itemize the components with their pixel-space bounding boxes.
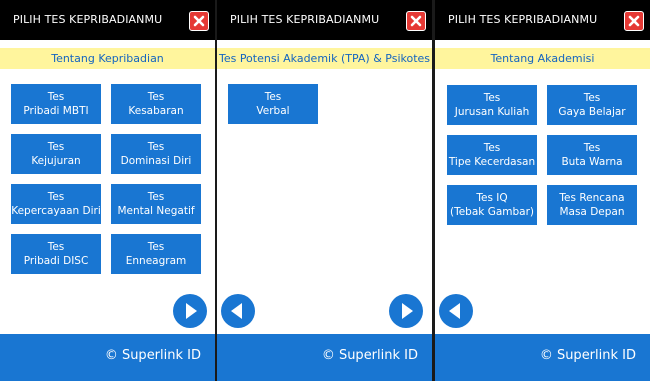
tile-label-line1: Tes (47, 241, 65, 253)
tile-label-line2: Pribadi DISC (23, 255, 89, 267)
footer: © Superlink ID (0, 334, 215, 381)
tile-label-line1: Tes Rencana (559, 192, 625, 204)
tile-label-line2: Buta Warna (561, 156, 623, 168)
test-button-mental-negatif[interactable]: Tes Mental Negatif (111, 184, 201, 224)
test-button-verbal[interactable]: Tes Verbal (228, 84, 318, 124)
next-button[interactable] (389, 294, 423, 328)
test-button-kejujuran[interactable]: Tes Kejujuran (11, 134, 101, 174)
test-button-rencana-masa-depan[interactable]: Tes Rencana Masa Depan (547, 185, 637, 225)
footer: © Superlink ID (217, 334, 432, 381)
tile-label-line2: Masa Depan (559, 206, 625, 218)
tile-label-line2: Verbal (256, 105, 290, 117)
test-button-kepercayaan-diri[interactable]: Tes Kepercayaan Diri (11, 184, 101, 224)
tile-label-line2: Kejujuran (31, 155, 81, 167)
category-header: Tes Potensi Akademik (TPA) & Psikotes (217, 48, 432, 69)
panel-title: PILIH TES KEPRIBADIANMU (230, 13, 380, 26)
panel-title: PILIH TES KEPRIBADIANMU (448, 13, 598, 26)
tile-label-line2: Enneagram (125, 255, 187, 267)
tile-label-line1: Tes (583, 142, 601, 154)
tile-label-line2: Kepercayaan Diri (11, 205, 101, 217)
previous-button[interactable] (221, 294, 255, 328)
chevron-right-icon (402, 303, 413, 319)
tile-label-line2: Kesabaran (128, 105, 184, 117)
test-button-kesabaran[interactable]: Tes Kesabaran (111, 84, 201, 124)
tile-label-line2: Gaya Belajar (558, 106, 626, 118)
close-button[interactable] (624, 11, 644, 31)
close-icon (193, 15, 205, 27)
chevron-right-icon (186, 303, 197, 319)
tile-label-line1: Tes (47, 191, 65, 203)
close-icon (628, 15, 640, 27)
next-button[interactable] (173, 294, 207, 328)
test-button-pribadi-disc[interactable]: Tes Pribadi DISC (11, 234, 101, 274)
tile-label-line2: Dominasi Diri (120, 155, 192, 167)
title-bar: PILIH TES KEPRIBADIANMU (435, 0, 650, 40)
previous-button[interactable] (439, 294, 473, 328)
tile-label-line1: Tes (147, 241, 165, 253)
test-button-gaya-belajar[interactable]: Tes Gaya Belajar (547, 85, 637, 125)
panel-akademisi: PILIH TES KEPRIBADIANMU Tentang Akademis… (435, 0, 650, 381)
footer: © Superlink ID (435, 334, 650, 381)
category-header: Tentang Kepribadian (0, 48, 215, 69)
test-button-dominasi-diri[interactable]: Tes Dominasi Diri (111, 134, 201, 174)
tile-label-line2: Jurusan Kuliah (454, 106, 530, 118)
test-button-tipe-kecerdasan[interactable]: Tes Tipe Kecerdasan (447, 135, 537, 175)
tile-label-line1: Tes (483, 142, 501, 154)
tile-label-line1: Tes (147, 141, 165, 153)
tile-label-line1: Tes IQ (476, 192, 508, 204)
title-bar: PILIH TES KEPRIBADIANMU (0, 0, 215, 40)
close-icon (410, 15, 422, 27)
panel-kepribadian: PILIH TES KEPRIBADIANMU Tentang Kepribad… (0, 0, 215, 381)
tile-label-line1: Tes (147, 191, 165, 203)
tile-label-line2: Tipe Kecerdasan (448, 156, 536, 168)
tile-label-line1: Tes (583, 92, 601, 104)
tile-label-line2: (Tebak Gambar) (449, 206, 534, 218)
panel-tpa-psikotes: PILIH TES KEPRIBADIANMU Tes Potensi Akad… (217, 0, 432, 381)
copyright-text: © Superlink ID (321, 348, 418, 363)
tile-label-line1: Tes (264, 91, 282, 103)
test-button-buta-warna[interactable]: Tes Buta Warna (547, 135, 637, 175)
close-button[interactable] (189, 11, 209, 31)
category-header: Tentang Akademisi (435, 48, 650, 69)
tile-label-line1: Tes (483, 92, 501, 104)
test-button-iq-tebak-gambar[interactable]: Tes IQ (Tebak Gambar) (447, 185, 537, 225)
test-button-pribadi-mbti[interactable]: Tes Pribadi MBTI (11, 84, 101, 124)
copyright-text: © Superlink ID (104, 348, 201, 363)
tile-label-line1: Tes (147, 91, 165, 103)
tile-label-line2: Mental Negatif (117, 205, 195, 217)
panel-title: PILIH TES KEPRIBADIANMU (13, 13, 163, 26)
close-button[interactable] (406, 11, 426, 31)
chevron-left-icon (231, 303, 242, 319)
test-button-enneagram[interactable]: Tes Enneagram (111, 234, 201, 274)
title-bar: PILIH TES KEPRIBADIANMU (217, 0, 432, 40)
tile-label-line1: Tes (47, 91, 65, 103)
tile-label-line2: Pribadi MBTI (23, 105, 89, 117)
copyright-text: © Superlink ID (539, 348, 636, 363)
test-button-jurusan-kuliah[interactable]: Tes Jurusan Kuliah (447, 85, 537, 125)
chevron-left-icon (449, 303, 460, 319)
tile-label-line1: Tes (47, 141, 65, 153)
